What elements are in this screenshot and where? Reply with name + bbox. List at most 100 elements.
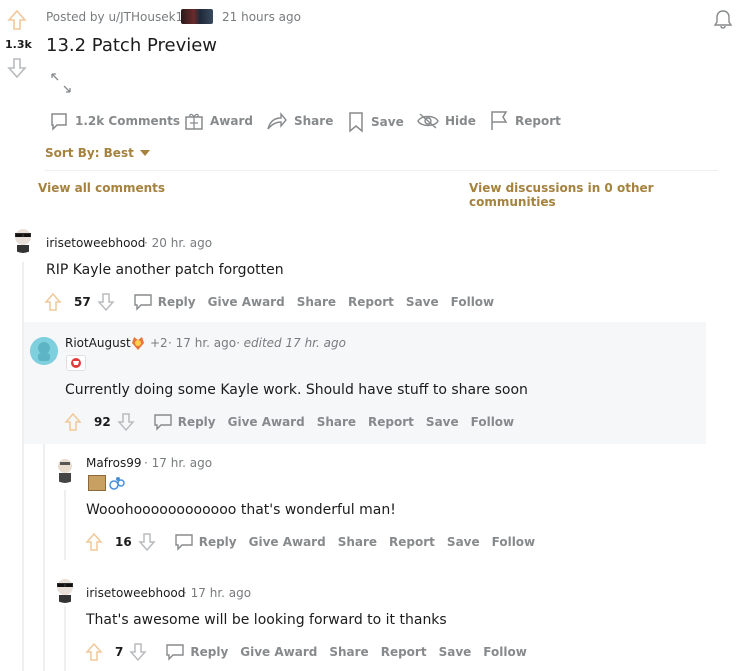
comment-score: 92 bbox=[94, 415, 111, 429]
share-icon bbox=[267, 112, 287, 130]
user-flair-image bbox=[181, 9, 213, 24]
award-button[interactable]: Award bbox=[184, 111, 253, 131]
comment-author[interactable]: irisetoweebhood bbox=[46, 236, 145, 250]
upvote-icon bbox=[64, 412, 82, 431]
upvote-button[interactable] bbox=[64, 412, 82, 432]
report-button[interactable]: Report bbox=[368, 415, 414, 429]
give-award-button[interactable]: Give Award bbox=[208, 295, 285, 309]
notification-bell-icon[interactable] bbox=[712, 8, 734, 30]
comment-author[interactable]: irisetoweebhood bbox=[86, 586, 185, 600]
post-time: 21 hours ago bbox=[222, 10, 301, 24]
follow-button[interactable]: Follow bbox=[483, 645, 527, 659]
bookmark-icon bbox=[349, 112, 363, 133]
hide-button[interactable]: Hide bbox=[417, 111, 476, 131]
share-label: Share bbox=[294, 114, 334, 128]
downvote-icon bbox=[138, 533, 156, 552]
downvote-button[interactable] bbox=[117, 412, 135, 432]
give-award-button[interactable]: Give Award bbox=[228, 415, 305, 429]
avatar[interactable] bbox=[9, 225, 37, 253]
thread-line[interactable] bbox=[64, 606, 66, 671]
follow-button[interactable]: Follow bbox=[492, 535, 536, 549]
give-award-button[interactable]: Give Award bbox=[240, 645, 317, 659]
eye-slash-icon bbox=[417, 113, 439, 129]
share-button[interactable]: Share bbox=[317, 415, 356, 429]
reply-button[interactable]: Reply bbox=[165, 643, 228, 661]
upvote-button[interactable] bbox=[85, 532, 103, 552]
save-button[interactable]: Save bbox=[439, 645, 472, 659]
downvote-icon bbox=[97, 293, 115, 312]
riot-flair-icon bbox=[66, 355, 86, 371]
user-flair-image bbox=[88, 475, 106, 491]
downvote-button[interactable] bbox=[129, 642, 148, 662]
share-button[interactable]: Share bbox=[338, 535, 377, 549]
report-button[interactable]: Report bbox=[381, 645, 427, 659]
comment-author[interactable]: Mafros99 bbox=[86, 456, 141, 470]
post-upvote-icon[interactable] bbox=[7, 9, 27, 31]
post-author[interactable]: Posted by u/JTHousek1 bbox=[46, 10, 183, 24]
view-all-comments-link[interactable]: View all comments bbox=[38, 181, 165, 195]
post-downvote-icon[interactable] bbox=[7, 57, 27, 79]
award-label: Award bbox=[210, 114, 253, 128]
give-award-button[interactable]: Give Award bbox=[249, 535, 326, 549]
post-title[interactable]: 13.2 Patch Preview bbox=[46, 35, 217, 56]
report-button[interactable]: Report bbox=[389, 535, 435, 549]
reply-icon bbox=[154, 414, 172, 431]
downvote-icon bbox=[129, 643, 148, 662]
save-label: Save bbox=[371, 115, 404, 129]
comment-score: 57 bbox=[74, 295, 91, 309]
reply-icon bbox=[175, 534, 193, 551]
save-button[interactable]: Save bbox=[447, 535, 480, 549]
comment-time: · 17 hr. ago bbox=[168, 336, 237, 350]
reply-label: Reply bbox=[157, 295, 196, 309]
gift-icon bbox=[185, 113, 203, 130]
post-score: 1.3k bbox=[5, 38, 32, 51]
reply-label: Reply bbox=[198, 535, 237, 549]
sort-dropdown[interactable]: Sort By: Best bbox=[45, 146, 150, 160]
flag-icon bbox=[491, 111, 508, 130]
comment-author[interactable]: RiotAugust bbox=[65, 336, 131, 350]
report-button[interactable]: Report bbox=[489, 110, 561, 132]
comment-score: 7 bbox=[115, 645, 124, 659]
reply-button[interactable]: Reply bbox=[174, 533, 237, 551]
upvote-button[interactable] bbox=[85, 642, 103, 662]
upvote-icon bbox=[44, 292, 62, 311]
report-label: Report bbox=[515, 114, 561, 128]
downvote-icon bbox=[117, 413, 135, 432]
avatar[interactable] bbox=[51, 455, 79, 483]
share-button[interactable]: Share bbox=[297, 295, 336, 309]
caret-down-icon bbox=[139, 150, 150, 156]
upvote-icon bbox=[85, 642, 103, 661]
downvote-button[interactable] bbox=[97, 292, 115, 312]
comments-button[interactable]: 1.2k Comments bbox=[49, 111, 180, 131]
comment-time: · 17 hr. ago bbox=[144, 456, 213, 470]
edited-label: · edited 17 hr. ago bbox=[236, 336, 346, 350]
comment-body: Currently doing some Kayle work. Should … bbox=[65, 382, 528, 398]
share-button[interactable]: Share bbox=[266, 111, 333, 131]
upvote-button[interactable] bbox=[44, 292, 62, 312]
report-button[interactable]: Report bbox=[348, 295, 394, 309]
save-button[interactable]: Save bbox=[426, 415, 459, 429]
divider bbox=[45, 170, 718, 171]
follow-button[interactable]: Follow bbox=[451, 295, 495, 309]
comment-actions: 57 Reply Give Award Share Report Save Fo… bbox=[44, 292, 506, 312]
reply-label: Reply bbox=[177, 415, 216, 429]
comment-body: That's awesome will be looking forward t… bbox=[86, 612, 447, 628]
avatar[interactable] bbox=[51, 575, 79, 603]
view-discussions-link[interactable]: View discussions in 0 other communities bbox=[469, 181, 738, 209]
comment-actions: 7 Reply Give Award Share Report Save Fol… bbox=[85, 642, 539, 662]
reply-button[interactable]: Reply bbox=[153, 413, 216, 431]
comment-actions: 92 Reply Give Award Share Report Save Fo… bbox=[64, 412, 526, 432]
save-button[interactable]: Save bbox=[347, 111, 404, 133]
award-icon bbox=[129, 334, 147, 352]
follow-button[interactable]: Follow bbox=[471, 415, 515, 429]
expand-icon[interactable] bbox=[50, 72, 72, 94]
reply-button[interactable]: Reply bbox=[133, 293, 196, 311]
downvote-button[interactable] bbox=[138, 532, 156, 552]
reply-label: Reply bbox=[190, 645, 229, 659]
share-button[interactable]: Share bbox=[329, 645, 368, 659]
avatar[interactable] bbox=[30, 337, 58, 365]
hide-label: Hide bbox=[445, 114, 476, 128]
comment-actions: 16 Reply Give Award Share Report Save Fo… bbox=[85, 532, 547, 552]
thread-line[interactable] bbox=[64, 490, 66, 560]
save-button[interactable]: Save bbox=[406, 295, 439, 309]
